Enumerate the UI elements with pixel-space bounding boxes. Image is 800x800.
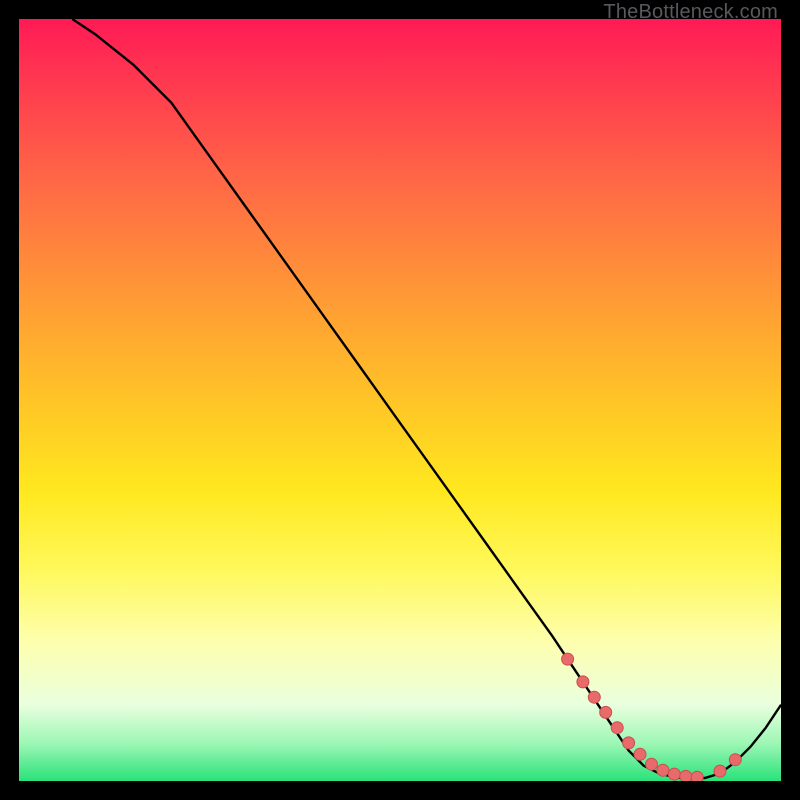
chart-overlay bbox=[19, 19, 781, 781]
marker-point bbox=[600, 706, 612, 718]
marker-point bbox=[668, 768, 680, 780]
marker-point bbox=[588, 691, 600, 703]
marker-point bbox=[729, 754, 741, 766]
chart-frame bbox=[19, 19, 781, 781]
marker-point bbox=[691, 771, 703, 781]
watermark-text: TheBottleneck.com bbox=[603, 1, 778, 24]
marker-point bbox=[646, 758, 658, 770]
marker-point bbox=[680, 770, 692, 781]
marker-point bbox=[634, 748, 646, 760]
marker-point bbox=[611, 722, 623, 734]
marker-point bbox=[577, 676, 589, 688]
marker-point bbox=[714, 765, 726, 777]
marker-group bbox=[562, 653, 742, 781]
bottleneck-curve bbox=[72, 19, 781, 779]
marker-point bbox=[562, 653, 574, 665]
marker-point bbox=[623, 737, 635, 749]
marker-point bbox=[657, 764, 669, 776]
